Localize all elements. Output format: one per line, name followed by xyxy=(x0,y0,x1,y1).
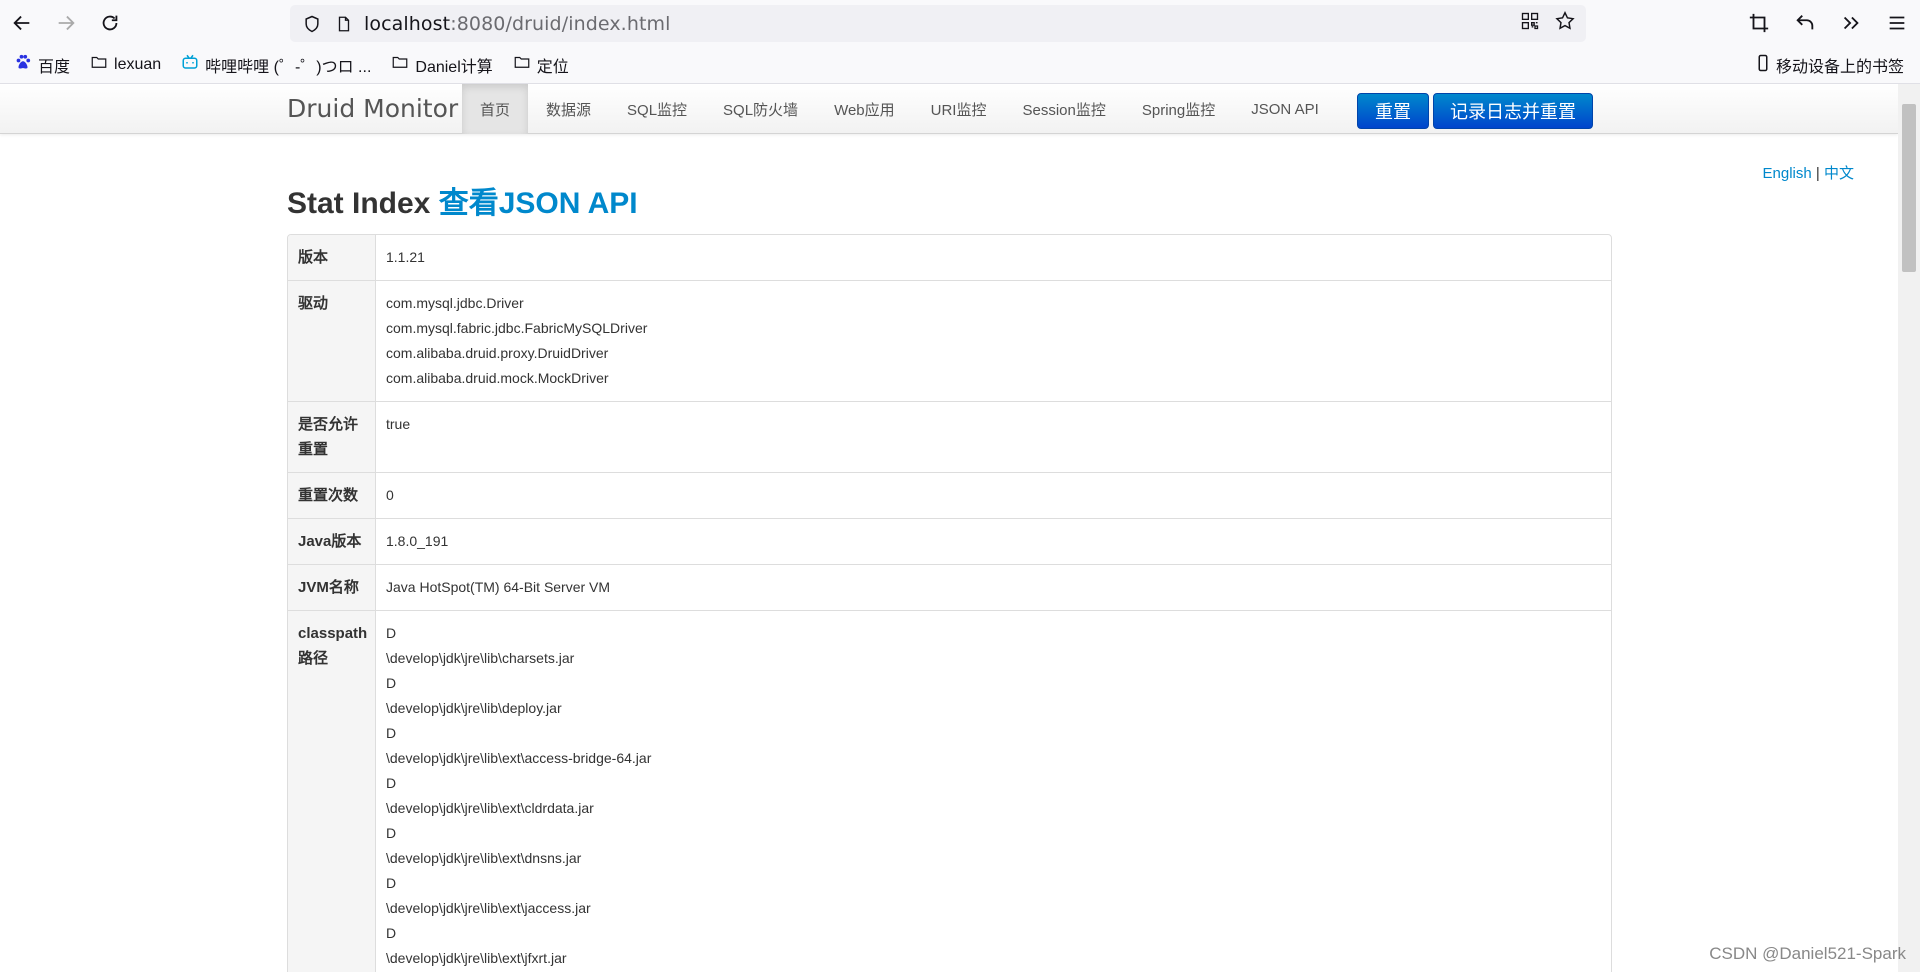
nav-item-sql[interactable]: SQL监控 xyxy=(609,84,705,134)
paw-icon xyxy=(14,53,32,76)
nav-item-home[interactable]: 首页 xyxy=(462,84,529,134)
bookmarks-bar: 百度 lexuan 哔哩哔哩 (゜-゜)つロ ... Daniel计算 定位 移… xyxy=(0,46,1920,84)
page-title: Stat Index 查看JSON API xyxy=(287,187,638,220)
value-line: true xyxy=(386,416,411,432)
scrollbar-thumb[interactable] xyxy=(1902,104,1916,272)
bookmark-baidu[interactable]: 百度 xyxy=(14,53,70,77)
bilibili-tv-icon xyxy=(181,53,199,76)
star-icon[interactable] xyxy=(1554,10,1576,37)
shield-icon[interactable] xyxy=(300,12,324,36)
row-key: 重置次数 xyxy=(288,473,376,518)
back-icon[interactable] xyxy=(0,0,44,46)
value-line: D xyxy=(386,725,397,741)
bookmark-lexuan[interactable]: lexuan xyxy=(90,53,161,76)
hamburger-menu-icon[interactable] xyxy=(1874,0,1920,46)
page-content: Druid Monitor 首页 数据源 SQL监控 SQL防火墙 Web应用 … xyxy=(0,84,1898,972)
row-key: 是否允许重置 xyxy=(288,402,376,472)
view-json-api-link[interactable]: 查看JSON API xyxy=(439,187,638,220)
row-value: 0 xyxy=(376,473,1611,518)
value-line: 1.1.21 xyxy=(386,249,425,265)
value-line: com.mysql.jdbc.Driver xyxy=(386,295,524,311)
url-bar[interactable]: localhost:8080/druid/index.html xyxy=(290,5,1586,42)
overflow-chevron-icon[interactable] xyxy=(1828,0,1874,46)
row-key: JVM名称 xyxy=(288,565,376,610)
value-line: 1.8.0_191 xyxy=(386,533,449,549)
log-and-reset-button[interactable]: 记录日志并重置 xyxy=(1433,93,1593,129)
row-key: Java版本 xyxy=(288,519,376,564)
value-line: D xyxy=(386,825,397,841)
value-line: D xyxy=(386,925,397,941)
lang-chinese-link[interactable]: 中文 xyxy=(1824,165,1854,182)
language-switch: English | 中文 xyxy=(1762,165,1854,182)
nav-item-uri[interactable]: URI监控 xyxy=(913,84,1005,134)
brand[interactable]: Druid Monitor xyxy=(287,94,458,123)
value-line: com.mysql.fabric.jdbc.FabricMySQLDriver xyxy=(386,320,648,336)
nav-menu: 首页 数据源 SQL监控 SQL防火墙 Web应用 URI监控 Session监… xyxy=(462,84,1337,134)
bookmark-location[interactable]: 定位 xyxy=(513,53,569,77)
folder-icon xyxy=(513,53,531,76)
value-line: D xyxy=(386,775,397,791)
table-row: 是否允许重置 true xyxy=(288,401,1611,472)
table-row: 驱动 com.mysql.jdbc.Driver com.mysql.fabric.… xyxy=(288,280,1611,401)
value-line: Java HotSpot(TM) 64-Bit Server VM xyxy=(386,579,611,595)
nav-item-webapp[interactable]: Web应用 xyxy=(816,84,913,134)
nav-item-wall[interactable]: SQL防火墙 xyxy=(705,84,816,134)
value-line: com.alibaba.druid.mock.MockDriver xyxy=(386,370,609,386)
undo-icon[interactable] xyxy=(1782,0,1828,46)
row-key: 版本 xyxy=(288,235,376,280)
druid-navbar: Druid Monitor 首页 数据源 SQL监控 SQL防火墙 Web应用 … xyxy=(0,84,1898,134)
row-value: com.mysql.jdbc.Driver com.mysql.fabric.jd… xyxy=(376,281,1611,401)
bookmark-daniel[interactable]: Daniel计算 xyxy=(391,53,493,77)
table-row: Java版本 1.8.0_191 xyxy=(288,518,1611,564)
nav-item-session[interactable]: Session监控 xyxy=(1004,84,1123,134)
nav-item-datasource[interactable]: 数据源 xyxy=(528,84,609,134)
nav-item-json-api[interactable]: JSON API xyxy=(1233,84,1337,134)
value-line: D xyxy=(386,625,397,641)
row-value: Java HotSpot(TM) 64-Bit Server VM xyxy=(376,565,1611,610)
value-line: \develop\jdk\jre\lib\ext\jaccess.jar xyxy=(386,900,591,916)
row-value: D \develop\jdk\jre\lib\charsets.jar D \deve… xyxy=(376,611,1611,972)
table-row: 重置次数 0 xyxy=(288,472,1611,518)
mobile-device-icon xyxy=(1754,54,1772,77)
page-icon xyxy=(332,12,356,36)
vertical-scrollbar[interactable] xyxy=(1898,84,1920,972)
bookmark-bilibili[interactable]: 哔哩哔哩 (゜-゜)つロ ... xyxy=(181,53,371,77)
table-row: classpath路径 D \develop\jdk\jre\lib\charset… xyxy=(288,610,1611,972)
value-line: D xyxy=(386,875,397,891)
qr-code-icon[interactable] xyxy=(1520,11,1540,36)
value-line: com.alibaba.druid.proxy.DruidDriver xyxy=(386,345,609,361)
value-line: \develop\jdk\jre\lib\ext\dnsns.jar xyxy=(386,850,582,866)
row-value: 1.1.21 xyxy=(376,235,1611,280)
value-line: \develop\jdk\jre\lib\ext\cldrdata.jar xyxy=(386,800,594,816)
value-line: \develop\jdk\jre\lib\charsets.jar xyxy=(386,650,575,666)
folder-icon xyxy=(391,53,409,76)
row-key: 驱动 xyxy=(288,281,376,401)
table-row: JVM名称 Java HotSpot(TM) 64-Bit Server VM xyxy=(288,564,1611,610)
row-value: true xyxy=(376,402,1611,472)
forward-icon[interactable] xyxy=(44,0,88,46)
browser-toolbar: localhost:8080/druid/index.html xyxy=(0,0,1920,46)
table-row: 版本 1.1.21 xyxy=(288,235,1611,280)
watermark: CSDN @Daniel521-Spark xyxy=(1709,944,1906,963)
lang-english-link[interactable]: English xyxy=(1763,165,1812,182)
value-line: D xyxy=(386,675,397,691)
crop-icon[interactable] xyxy=(1736,0,1782,46)
mobile-bookmarks[interactable]: 移动设备上的书签 xyxy=(1754,46,1904,84)
reload-icon[interactable] xyxy=(88,0,132,46)
folder-icon xyxy=(90,53,108,76)
value-line: \develop\jdk\jre\lib\ext\jfxrt.jar xyxy=(386,950,567,966)
value-line: 0 xyxy=(386,487,394,503)
value-line: \develop\jdk\jre\lib\deploy.jar xyxy=(386,700,562,716)
reset-button[interactable]: 重置 xyxy=(1357,93,1429,129)
value-line: \develop\jdk\jre\lib\ext\access-bridge-6… xyxy=(386,750,652,766)
nav-item-spring[interactable]: Spring监控 xyxy=(1124,84,1233,134)
stat-table: 版本 1.1.21 驱动 com.mysql.jdbc.Driver com.mysql… xyxy=(287,234,1612,972)
url-text: localhost:8080/druid/index.html xyxy=(364,12,671,35)
row-key: classpath路径 xyxy=(288,611,376,972)
row-value: 1.8.0_191 xyxy=(376,519,1611,564)
